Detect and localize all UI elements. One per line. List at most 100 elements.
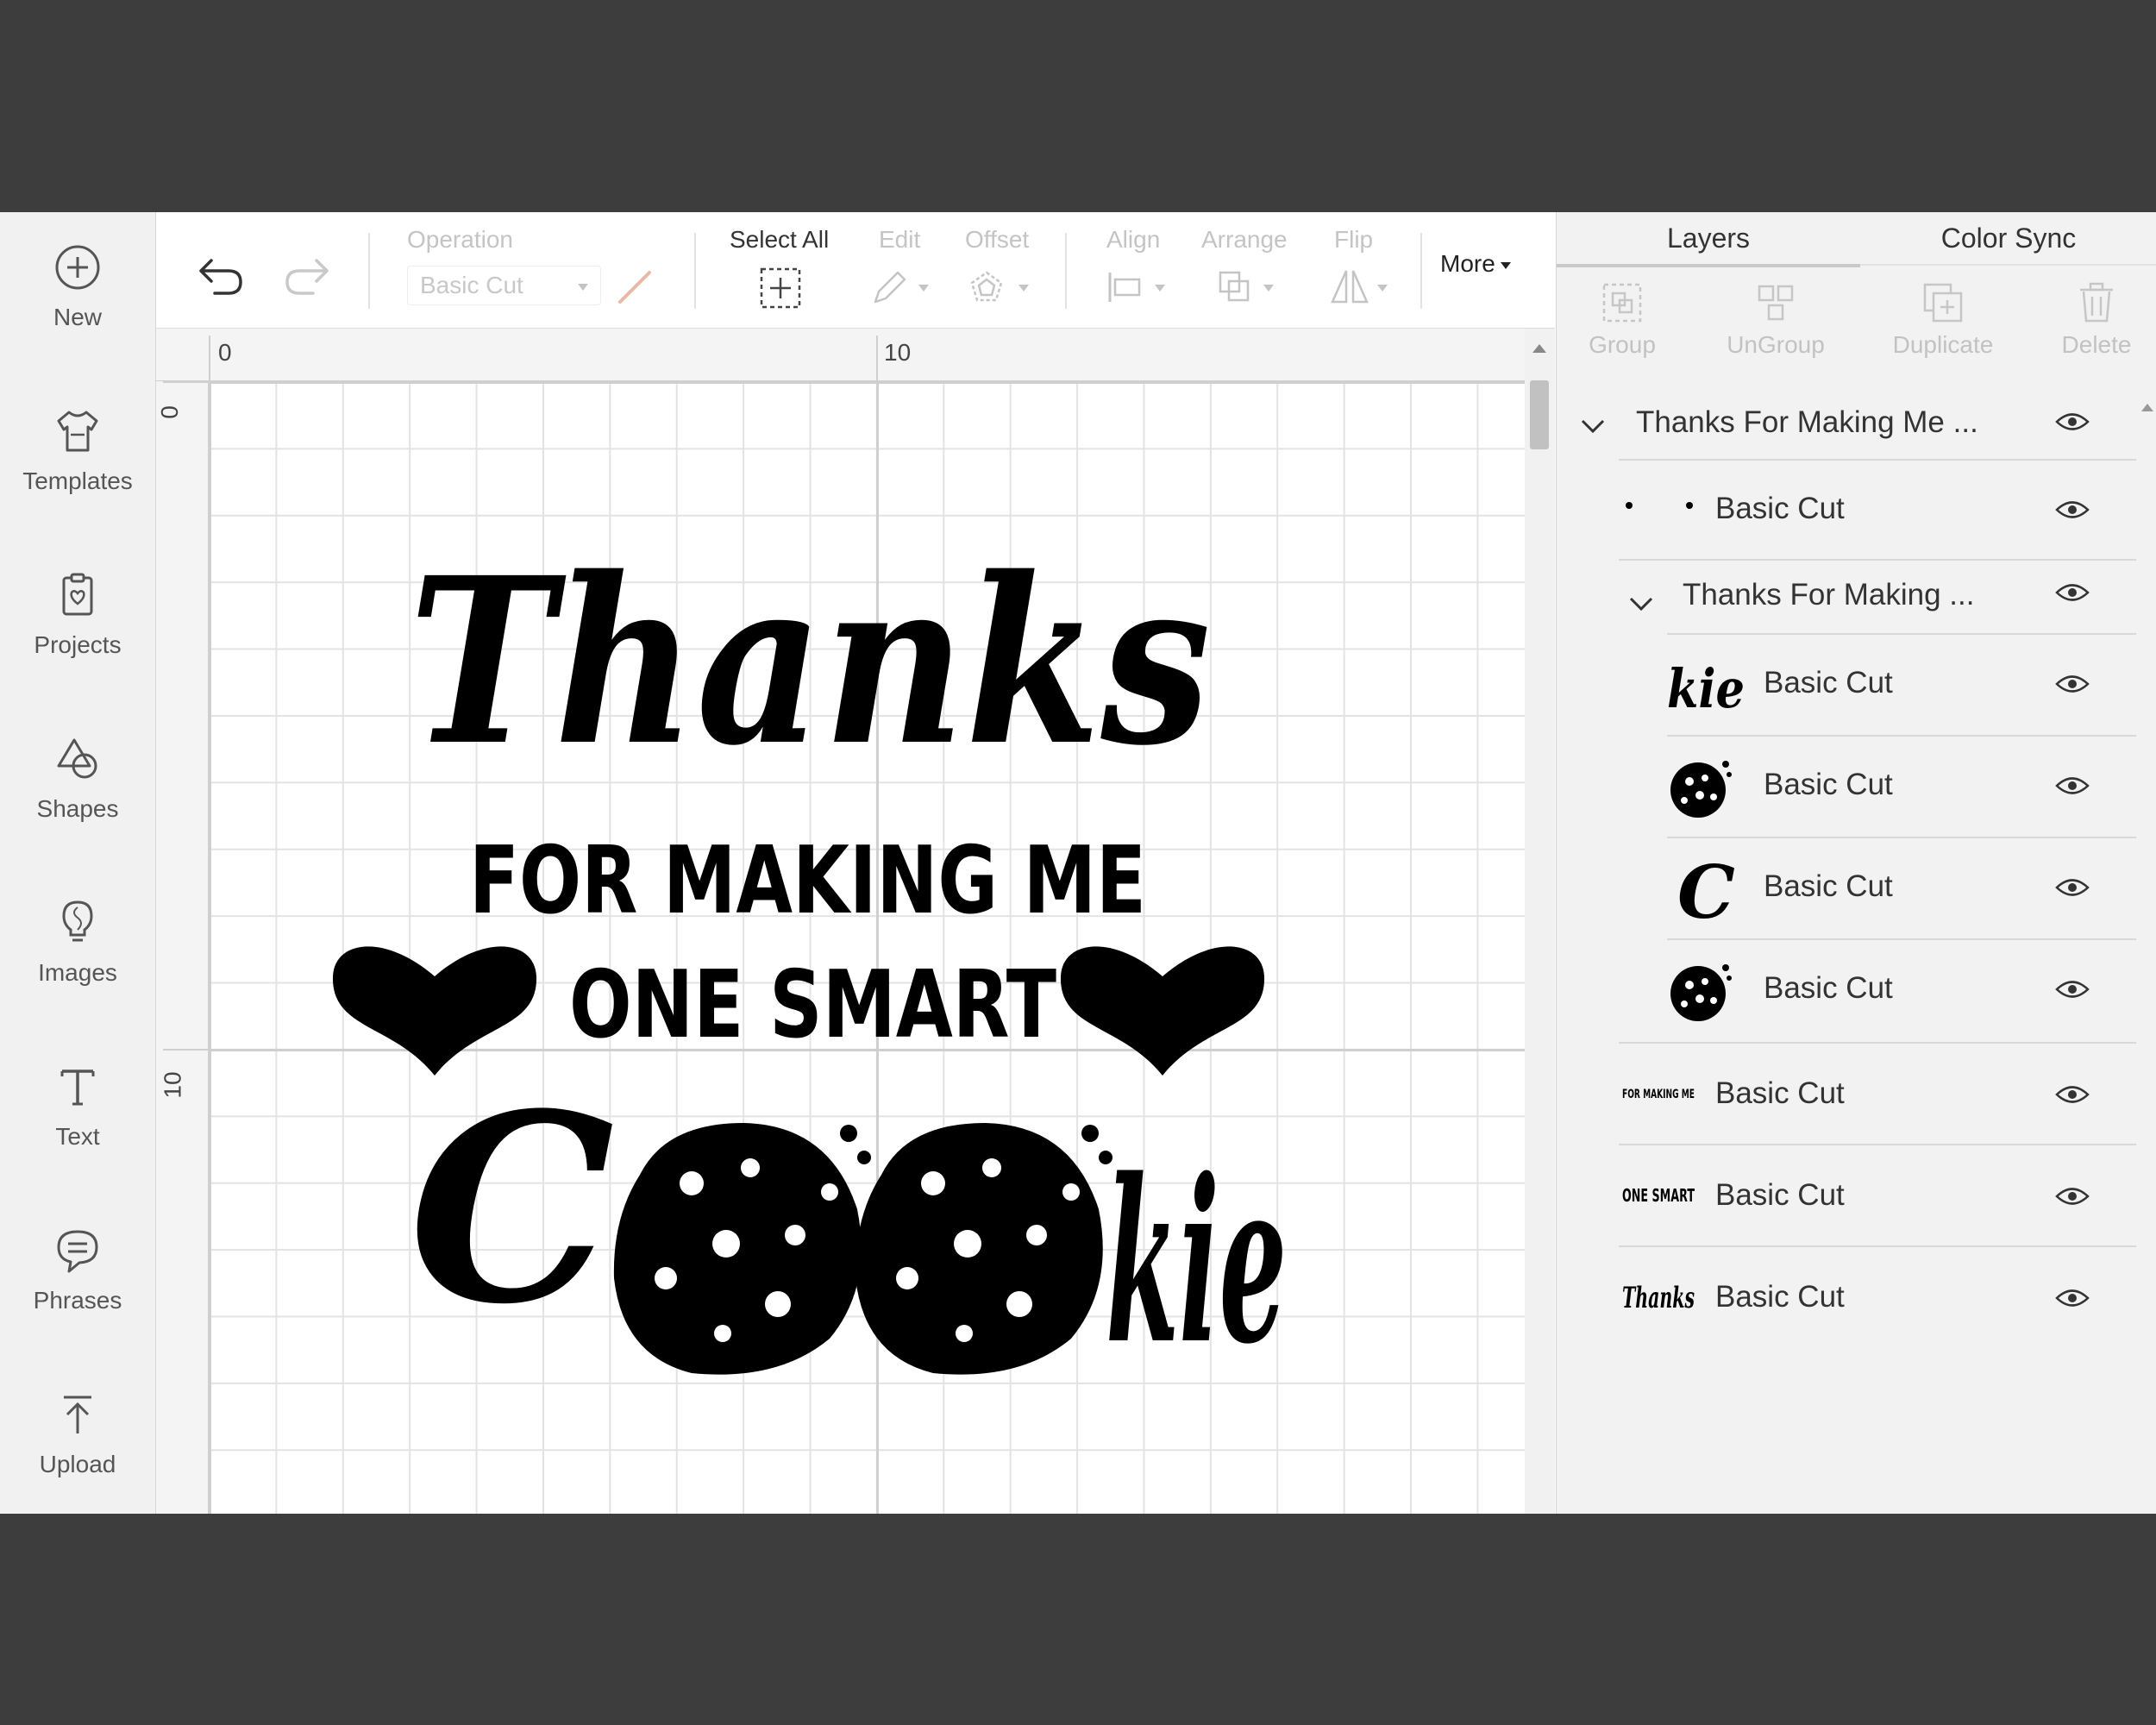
- align-label: Align: [1106, 226, 1161, 253]
- upload-arrow-icon: [64, 1396, 91, 1433]
- undo-icon[interactable]: [194, 255, 246, 298]
- toolbar-divider: [368, 233, 370, 309]
- more-button[interactable]: More: [1440, 250, 1511, 278]
- eye-icon[interactable]: [2055, 1287, 2090, 1309]
- layer-inner-c[interactable]: C Basic Cut: [1557, 838, 2136, 938]
- eye-icon[interactable]: [2055, 876, 2090, 899]
- sidebar-label-phrases: Phrases: [33, 1287, 122, 1314]
- layer-one-smart[interactable]: ONE SMART Basic Cut: [1557, 1145, 2136, 1245]
- layer-inner-cookie-2-label: Basic Cut: [1764, 971, 1893, 1005]
- layer-thanks-label: Basic Cut: [1715, 1280, 1845, 1314]
- sidebar-item-images[interactable]: Images: [0, 868, 155, 1023]
- sidebar-item-shapes[interactable]: Shapes: [0, 704, 155, 859]
- operation-label: Operation: [407, 226, 513, 253]
- layer-inner-kie-label: Basic Cut: [1764, 666, 1893, 699]
- eye-icon[interactable]: [2055, 581, 2090, 604]
- canvas-scrollbar[interactable]: [1525, 329, 1555, 1514]
- layer-inner-cookie-1[interactable]: Basic Cut: [1557, 737, 2136, 837]
- thumb-c-text: C: [1677, 850, 1735, 928]
- panel-scroll-up-arrow-icon[interactable]: [2141, 404, 2153, 411]
- left-sidebar: New Templates Projects Shapes Images Tex…: [0, 212, 156, 1514]
- toolbar-divider: [1065, 233, 1067, 309]
- cookie-design-artwork[interactable]: Thanks FOR MAKING ME ONE SMART C kie: [209, 381, 1525, 1514]
- group-button-label: Group: [1589, 331, 1656, 358]
- offset-icon[interactable]: [965, 266, 1034, 309]
- duplicate-button[interactable]: Duplicate: [1883, 279, 2003, 359]
- app-window: New Templates Projects Shapes Images Tex…: [0, 212, 2156, 1514]
- lightbulb-icon: [62, 900, 93, 942]
- arrange-label: Arrange: [1201, 226, 1288, 253]
- layer-dot-basic-cut[interactable]: Basic Cut: [1557, 461, 2136, 561]
- flip-icon[interactable]: [1327, 266, 1396, 309]
- scrollbar-thumb[interactable]: [1530, 380, 1549, 449]
- edit-label: Edit: [879, 226, 921, 253]
- ruler-mark-10: 10: [884, 339, 912, 366]
- redo-icon[interactable]: [282, 255, 334, 298]
- sidebar-item-projects[interactable]: Projects: [0, 540, 155, 695]
- ruler-major-tick: [209, 336, 210, 380]
- eye-icon[interactable]: [2055, 411, 2090, 433]
- eye-icon[interactable]: [2055, 775, 2090, 797]
- flip-label: Flip: [1334, 226, 1374, 253]
- shirt-icon: [57, 411, 98, 452]
- top-toolbar: Operation Basic Cut Select All Edit Offs…: [156, 212, 1555, 329]
- select-all-label: Select All: [730, 226, 830, 253]
- design-line-for-making-me: FOR MAKING ME: [469, 827, 1146, 935]
- eye-icon[interactable]: [2055, 499, 2090, 521]
- chevron-down-icon: [578, 284, 588, 291]
- ruler-mark-0: 0: [218, 339, 232, 366]
- thumb-kie-text: kie: [1667, 657, 1745, 720]
- sidebar-item-new[interactable]: New: [0, 212, 155, 367]
- layer-inner-cookie-1-label: Basic Cut: [1764, 768, 1893, 801]
- edit-pen-icon[interactable]: [868, 267, 932, 307]
- offset-label: Offset: [965, 226, 1030, 253]
- align-icon[interactable]: [1105, 267, 1174, 307]
- clipboard-icon: [62, 573, 93, 616]
- sidebar-label-upload: Upload: [39, 1451, 116, 1477]
- toolbar-divider: [1420, 233, 1422, 309]
- operation-select[interactable]: Basic Cut: [407, 266, 601, 305]
- sidebar-item-templates[interactable]: Templates: [0, 376, 155, 531]
- ungroup-button[interactable]: UnGroup: [1715, 279, 1836, 359]
- layer-group-inner-label: Thanks For Making ...: [1683, 578, 1975, 612]
- delete-button[interactable]: Delete: [2036, 279, 2156, 359]
- pen-color-swatch-icon[interactable]: [615, 267, 655, 307]
- sidebar-label-shapes: Shapes: [36, 795, 119, 822]
- design-word-kie: kie: [1106, 1131, 1287, 1394]
- thumb-one-smart-text: ONE SMART: [1622, 1185, 1695, 1206]
- chevron-down-icon[interactable]: [1579, 417, 1607, 435]
- sidebar-label-projects: Projects: [34, 631, 122, 658]
- design-canvas[interactable]: Thanks FOR MAKING ME ONE SMART C kie: [209, 381, 1525, 1514]
- sidebar-item-upload[interactable]: Upload: [0, 1359, 155, 1514]
- group-button[interactable]: Group: [1562, 279, 1683, 359]
- ruler-major-tick: [163, 1049, 208, 1051]
- delete-button-label: Delete: [2061, 331, 2132, 358]
- thumb-for-making-me-text: FOR MAKING ME: [1622, 1088, 1695, 1101]
- layer-inner-kie[interactable]: kie Basic Cut: [1557, 635, 2136, 735]
- layer-thanks[interactable]: Thanks Basic Cut: [1557, 1247, 2136, 1347]
- sidebar-item-phrases[interactable]: Phrases: [0, 1195, 155, 1351]
- eye-icon[interactable]: [2055, 1185, 2090, 1208]
- eye-icon[interactable]: [2055, 1083, 2090, 1106]
- tab-color-sync[interactable]: Color Sync: [1860, 212, 2156, 266]
- cookie-o-left-icon: [613, 1123, 871, 1375]
- chevron-down-icon[interactable]: [1627, 595, 1655, 612]
- layer-inner-cookie-2[interactable]: Basic Cut: [1557, 940, 2136, 1040]
- arrange-icon[interactable]: [1215, 266, 1284, 309]
- scroll-up-arrow-icon[interactable]: [1532, 344, 1546, 353]
- layer-for-making-me-label: Basic Cut: [1715, 1076, 1845, 1110]
- eye-icon[interactable]: [2055, 978, 2090, 1000]
- select-all-icon[interactable]: [758, 266, 803, 310]
- layer-for-making-me[interactable]: FOR MAKING ME Basic Cut: [1557, 1044, 2136, 1144]
- operation-select-value: Basic Cut: [420, 272, 523, 298]
- ruler-major-tick: [876, 336, 878, 380]
- eye-icon[interactable]: [2055, 673, 2090, 695]
- tab-layers[interactable]: Layers: [1557, 212, 1860, 267]
- layer-one-smart-label: Basic Cut: [1715, 1178, 1845, 1212]
- shapes-icon: [57, 738, 97, 779]
- design-word-thanks: Thanks: [409, 528, 1211, 796]
- left-ruler: 0 10: [156, 381, 209, 1514]
- cookie-thumbnail-icon: [1670, 964, 1732, 1021]
- sidebar-item-text[interactable]: Text: [0, 1032, 155, 1187]
- layers-panel: Layers Color Sync Group UnGroup Duplicat…: [1556, 212, 2156, 1514]
